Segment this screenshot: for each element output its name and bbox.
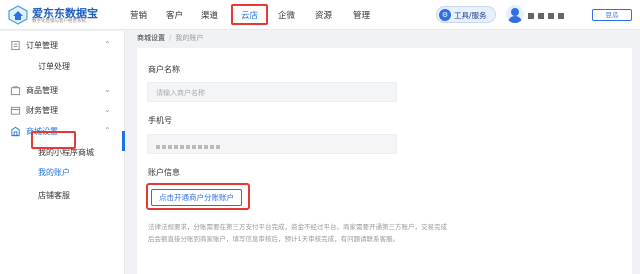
header-tag[interactable]: 豆瓜 [592, 9, 632, 21]
nav-highlight-box [231, 4, 268, 25]
phone-masked-value [156, 142, 222, 149]
sidebar-item-store-customer-service[interactable]: 店铺客服 [38, 190, 70, 201]
sidebar-group-products[interactable]: 商品管理 ⌄ [0, 81, 125, 101]
nav-item-resources[interactable]: 资源 [315, 9, 332, 21]
sidebar: 订单管理 ⌃ 订单处理 商品管理 ⌄ 财务管理 ⌄ 商城设置 ⌃ 我的小程序商城… [0, 31, 125, 274]
nav-item-wecom[interactable]: 企微 [278, 9, 295, 21]
shop-settings-icon [11, 126, 20, 137]
chevron-down-icon: ⌄ [104, 85, 111, 94]
sidebar-group-label: 财务管理 [26, 106, 58, 115]
logo-icon [8, 5, 28, 25]
sidebar-item-order-processing[interactable]: 订单处理 [38, 61, 70, 72]
header-tag-label: 豆瓜 [605, 11, 619, 19]
sidebar-active-indicator [122, 131, 125, 151]
sidebar-group-finance[interactable]: 财务管理 ⌄ [0, 101, 125, 121]
notice-text: 法律法规要求，分账需要在第三方支付平台完成，资金不经过平台。商家需要开通第三方账… [148, 221, 538, 245]
nav-item-channels[interactable]: 渠道 [201, 9, 218, 21]
order-icon [11, 40, 20, 51]
sidebar-group-label: 商品管理 [26, 86, 58, 95]
username-masked [528, 12, 582, 19]
nav-item-admin[interactable]: 管理 [353, 9, 370, 21]
breadcrumb-separator: / [169, 34, 172, 42]
sidebar-highlight-box [31, 131, 76, 149]
nav-item-customers[interactable]: 客户 [166, 9, 183, 21]
user-body-icon [508, 16, 522, 23]
sidebar-group-orders[interactable]: 订单管理 ⌃ [0, 36, 125, 56]
top-bar: 爱东东数据宝 数字化营销与客户经营系统 营销 客户 渠道 云店 企微 资源 管理… [0, 0, 640, 30]
tools-icon: ⚙ [439, 9, 451, 21]
chevron-up-icon: ⌃ [104, 40, 111, 49]
merchant-name-input[interactable]: 请输入商户名称 [147, 82, 397, 102]
finance-icon [10, 106, 21, 115]
breadcrumb-parent[interactable]: 商城设置 [137, 34, 165, 42]
chevron-down-icon: ⌄ [104, 105, 111, 114]
notice-line-2: 后会额直接分账到商家账户，填写信息审核后，预计1天审核完成，有问题请联系客服。 [148, 235, 400, 243]
chevron-up-icon: ⌃ [104, 126, 111, 135]
sidebar-group-label: 订单管理 [26, 41, 58, 50]
nav-item-marketing[interactable]: 营销 [130, 9, 147, 21]
button-highlight-box [146, 183, 250, 210]
logo[interactable]: 爱东东数据宝 数字化营销与客户经营系统 [8, 4, 116, 26]
merchant-name-label: 商户名称 [148, 65, 180, 74]
avatar[interactable] [506, 5, 524, 23]
phone-input[interactable] [147, 134, 397, 154]
notice-line-1: 法律法规要求，分账需要在第三方支付平台完成，资金不经过平台。商家需要开通第三方账… [148, 223, 447, 231]
product-icon [10, 86, 21, 96]
merchant-name-placeholder: 请输入商户名称 [156, 89, 205, 97]
breadcrumb: 商城设置 / 我的账户 [137, 33, 203, 43]
user-head-icon [511, 8, 519, 16]
sidebar-item-my-account[interactable]: 我的账户 [38, 167, 70, 178]
tools-services-button[interactable]: ⚙ 工具/服务 [436, 6, 496, 23]
breadcrumb-current: 我的账户 [175, 34, 204, 42]
logo-subtitle: 数字化营销与客户经营系统 [32, 19, 86, 24]
tools-services-label: 工具/服务 [454, 11, 487, 20]
phone-label: 手机号 [148, 116, 172, 125]
account-info-label: 账户信息 [148, 168, 180, 177]
